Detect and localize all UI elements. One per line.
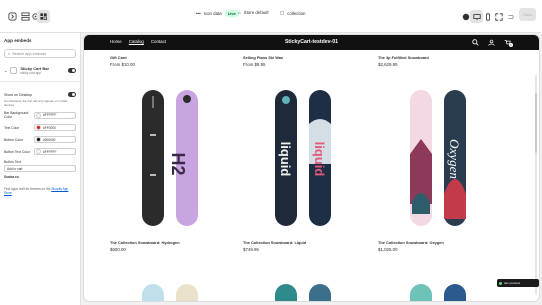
product-title[interactable]: The Collection Snowboard: Liquid	[243, 240, 363, 245]
product-price: $749.95	[243, 247, 259, 252]
product-card[interactable]: The 3p Fulfilled Snowboard $2,629.95	[378, 55, 498, 67]
product-price: From $10.00	[110, 62, 135, 67]
field-label: Bar Background Color	[4, 111, 29, 119]
button-text-color-input[interactable]: #FFFFFF	[34, 148, 76, 155]
search-input[interactable]: ⌕ Search app embeds	[4, 49, 76, 58]
search-icon: ⌕	[8, 51, 11, 56]
preview-value: Guoba.eu	[4, 175, 19, 179]
product-title[interactable]: The Collection Snowboard: Oxygen	[378, 240, 498, 245]
field-label: Button Color	[4, 137, 23, 142]
show-on-desktop-row: Show on Desktop	[4, 92, 76, 97]
product-card[interactable]: Selling Plans Ski Wax From $9.95	[243, 55, 363, 67]
footer-text: Find apps built for themes on the Shopif…	[4, 187, 76, 196]
product-title[interactable]: The Collection Snowboard: Hydrogen	[110, 240, 230, 245]
color-field-text: Text Color #FF0000	[4, 124, 76, 131]
exit-icon[interactable]	[6, 10, 19, 23]
field-label: Button Text Color	[4, 149, 30, 154]
color-swatch[interactable]	[36, 137, 41, 142]
account-icon[interactable]	[487, 38, 495, 46]
button-text-input[interactable]: Add to cart	[4, 165, 76, 172]
divider	[0, 81, 80, 82]
button-text-label: Button Text	[4, 160, 21, 164]
footer-copy: Find apps built for themes on the	[4, 187, 52, 191]
color-value: #000000	[43, 137, 56, 142]
cart-count: 1	[509, 43, 513, 47]
board-art-text: liquid	[278, 142, 293, 177]
bar-background-color-input[interactable]: #FFFFFF	[34, 111, 76, 119]
product-title[interactable]: The 3p Fulfilled Snowboard	[378, 55, 498, 60]
panel-title: App embeds	[4, 38, 32, 43]
color-value: #FF0000	[43, 125, 56, 130]
template-selector[interactable]: ⌂ Store default	[238, 10, 269, 15]
dev-preview-badge[interactable]: dev preview	[497, 279, 539, 287]
status-dot-icon	[499, 281, 502, 285]
product-price: $600.00	[110, 247, 126, 252]
undo-icon[interactable]	[503, 10, 516, 23]
product-image-partial[interactable]	[378, 276, 498, 301]
product-card[interactable]: The Collection Snowboard: Liquid $749.95	[243, 240, 363, 252]
show-on-desktop-toggle[interactable]	[68, 92, 76, 97]
color-swatch[interactable]	[36, 112, 41, 118]
color-value: #FFFFFF	[43, 149, 57, 154]
template-name: Store default	[243, 10, 269, 15]
color-field-bar-background: Bar Background Color #FFFFFF	[4, 111, 76, 119]
product-title[interactable]: Selling Plans Ski Wax	[243, 55, 363, 60]
search-placeholder: Search app embeds	[12, 51, 47, 56]
collection-selector[interactable]: ▢ collection	[280, 10, 305, 16]
product-price: From $9.95	[243, 62, 266, 67]
board-art-text: liquid	[312, 142, 327, 177]
color-swatch[interactable]	[36, 149, 41, 154]
color-field-button-text: Button Text Color #FFFFFF	[4, 148, 76, 155]
board-art-text: H2	[168, 152, 188, 175]
product-image-oxygen[interactable]: Oxygen	[378, 84, 498, 232]
product-card[interactable]: The Collection Snowboard: Oxygen $1,025.…	[378, 240, 498, 252]
app-embed-item[interactable]: ⌄ Sticky Cart Bar sticky-cart-app	[4, 66, 76, 75]
color-value: #FFFFFF	[43, 113, 57, 117]
product-image-liquid[interactable]: liquid liquid	[243, 84, 363, 232]
product-image-hydrogen[interactable]: H2	[110, 84, 230, 232]
product-title[interactable]: Gift Card	[110, 55, 230, 60]
search-icon[interactable]	[471, 38, 479, 46]
save-button[interactable]: Save	[519, 8, 536, 21]
product-grid: Gift Card From $10.00 Selling Plans Ski …	[108, 50, 518, 301]
product-card[interactable]: The Collection Snowboard: Hydrogen $600.…	[110, 240, 230, 252]
editor-toolbar: ••• Icon data Live ⌂ Store default ▢ col…	[0, 0, 542, 33]
dev-badge-label: dev preview	[504, 281, 521, 285]
product-price: $1,025.00	[378, 247, 398, 252]
collection-name: collection	[287, 10, 306, 16]
app-subtitle: sticky-cart-app	[20, 71, 42, 75]
product-card[interactable]: Gift Card From $10.00	[110, 55, 230, 67]
cart-icon[interactable]: 1	[503, 38, 513, 47]
theme-name: Icon data	[203, 11, 222, 16]
text-color-input[interactable]: #FF0000	[34, 124, 76, 131]
color-field-button: Button Color #000000	[4, 136, 76, 143]
product-image-partial[interactable]	[110, 276, 230, 301]
desktop-note: If unchecked, the bar will only appear o…	[4, 99, 68, 107]
more-icon: •••	[196, 11, 201, 16]
preview-scrollbar-thumb[interactable]	[535, 93, 537, 153]
field-label: Text Color	[4, 125, 20, 130]
home-icon: ⌂	[238, 10, 241, 15]
color-swatch[interactable]	[36, 125, 41, 130]
board-art-text: Oxygen	[447, 139, 462, 179]
header-icons: 1	[471, 38, 513, 47]
store-header: Home Catalog Contact StickyCart-testdev-…	[84, 35, 539, 50]
app-embeds-icon[interactable]	[37, 10, 50, 23]
app-icon	[10, 67, 18, 74]
live-badge: Live	[224, 10, 239, 17]
button-color-input[interactable]: #000000	[34, 136, 76, 143]
store-preview: Home Catalog Contact StickyCart-testdev-…	[84, 35, 539, 301]
product-price: $2,629.95	[378, 62, 398, 67]
chevron-down-icon: ⌄	[4, 68, 8, 73]
product-image-partial[interactable]	[243, 276, 363, 301]
show-on-desktop-label: Show on Desktop	[4, 92, 33, 97]
theme-selector[interactable]: ••• Icon data Live	[196, 10, 239, 17]
app-enabled-toggle[interactable]	[68, 68, 76, 73]
app-embeds-panel: App embeds ⌕ Search app embeds ⌄ Sticky …	[0, 33, 81, 305]
collection-icon: ▢	[280, 10, 285, 15]
